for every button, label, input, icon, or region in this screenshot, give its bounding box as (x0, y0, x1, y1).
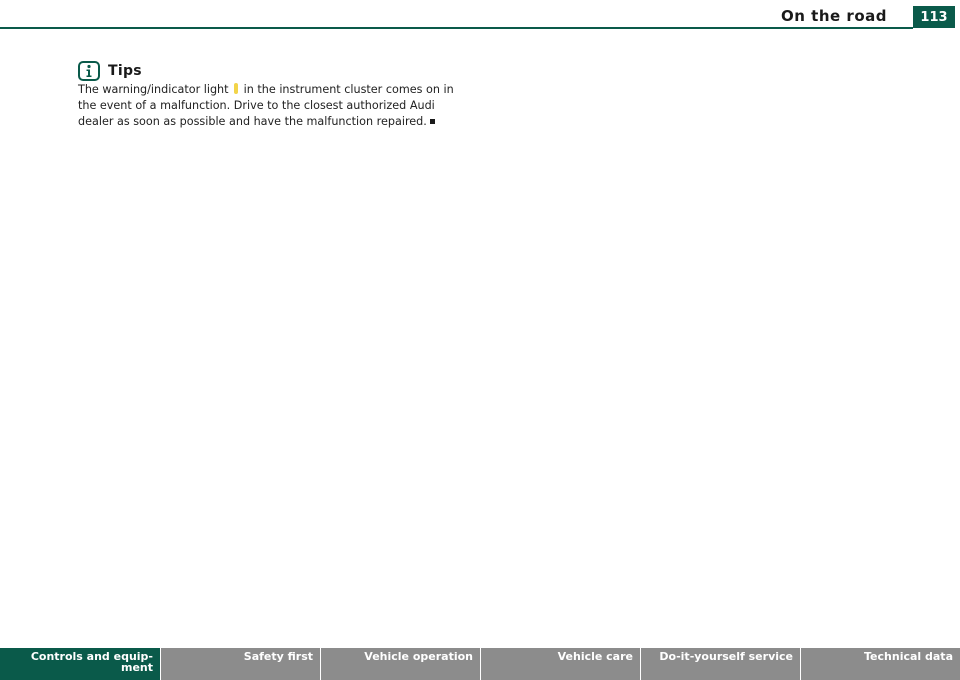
end-of-section-marker (429, 119, 435, 124)
footer-tab-controls[interactable]: Controls and equip- ment (0, 648, 161, 680)
tips-label: Tips (108, 63, 142, 79)
tips-text-before: The warning/indicator light (78, 83, 233, 96)
tips-paragraph: The warning/indicator light in the instr… (78, 82, 463, 130)
footer-tab-safety[interactable]: Safety first (161, 648, 321, 680)
footer-tab-vehicle-operation[interactable]: Vehicle operation (321, 648, 481, 680)
tips-heading: Tips (78, 61, 142, 81)
page-number: 113 (913, 6, 955, 28)
footer-nav: Controls and equip- ment Safety first Ve… (0, 648, 960, 680)
footer-tab-diy-service[interactable]: Do-it-yourself service (641, 648, 801, 680)
section-title: On the road (781, 7, 887, 25)
footer-tab-technical-data[interactable]: Technical data (801, 648, 960, 680)
footer-tab-vehicle-care[interactable]: Vehicle care (481, 648, 641, 680)
header-rule (0, 27, 913, 29)
info-icon (78, 61, 100, 81)
warning-light-icon (234, 83, 239, 94)
